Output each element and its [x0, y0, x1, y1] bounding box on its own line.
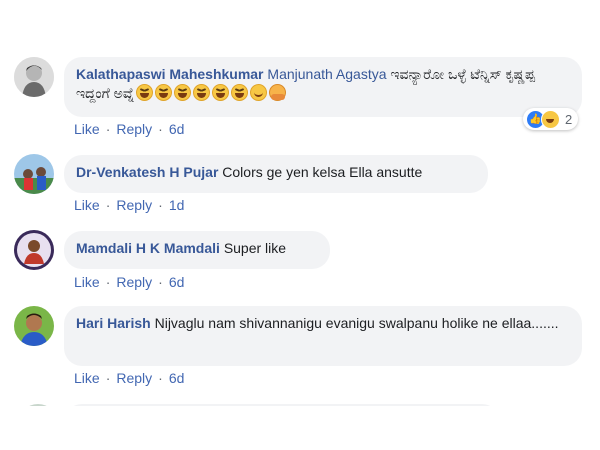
timestamp[interactable]: 6d	[169, 370, 185, 386]
timestamp[interactable]: 1d	[169, 197, 185, 213]
laughing-tears-icon	[212, 84, 230, 101]
avatar[interactable]	[14, 306, 54, 346]
separator: ·	[158, 370, 163, 386]
comment-bubble: Hari Harish Nijvaglu nam shivannanigu ev…	[64, 306, 582, 366]
laughing-tears-icon	[136, 84, 154, 101]
reply-link[interactable]: Reply	[116, 197, 152, 213]
hugging-face-icon	[269, 84, 287, 101]
like-link[interactable]: Like	[74, 274, 100, 290]
separator: ·	[158, 121, 163, 137]
timestamp[interactable]: 6d	[169, 274, 185, 290]
comment-author[interactable]: Dr-Venkatesh H Pujar	[76, 164, 218, 180]
laughing-tears-icon	[231, 84, 249, 101]
comment-author[interactable]: Hari Harish	[76, 315, 151, 331]
reaction-summary[interactable]: 👍 2	[523, 108, 579, 130]
comment-actions: Like · Reply · 6d	[74, 370, 184, 386]
separator: ·	[105, 370, 111, 386]
separator: ·	[158, 274, 163, 290]
reaction-count: 2	[565, 111, 573, 127]
comment-author[interactable]: Kalathapaswi Maheshkumar	[76, 66, 264, 82]
reply-link[interactable]: Reply	[116, 274, 152, 290]
smiling-face-icon	[250, 84, 268, 101]
page-background	[0, 406, 600, 450]
mention-link[interactable]: Manjunath Agastya	[267, 66, 386, 82]
laughing-tears-icon	[155, 84, 173, 101]
separator: ·	[158, 197, 163, 213]
comment-text: Colors ge yen kelsa Ella ansutte	[222, 164, 423, 180]
haha-reaction-icon	[541, 109, 560, 129]
comment-actions: Like · Reply · 6d	[74, 274, 184, 290]
comment-bubble: Kalathapaswi Maheshkumar Manjunath Agast…	[64, 57, 582, 117]
separator: ·	[105, 121, 111, 137]
comment-author[interactable]: Mamdali H K Mamdali	[76, 240, 220, 256]
comment-text: Super like	[223, 240, 287, 256]
separator: ·	[105, 197, 111, 213]
like-link[interactable]: Like	[74, 197, 100, 213]
comment-actions: Like · Reply · 1d	[74, 197, 184, 213]
laughing-tears-icon	[193, 84, 211, 101]
comment-actions: Like · Reply · 6d	[74, 121, 184, 137]
timestamp[interactable]: 6d	[169, 121, 185, 137]
like-link[interactable]: Like	[74, 121, 100, 137]
laughing-tears-icon	[174, 84, 192, 101]
comment-bubble: Mamdali H K Mamdali Super like	[64, 231, 330, 269]
comment-text: Nijvaglu nam shivannanigu evanigu swalpa…	[154, 315, 559, 331]
avatar[interactable]	[14, 57, 54, 97]
avatar[interactable]	[14, 154, 54, 194]
reply-link[interactable]: Reply	[116, 370, 152, 386]
separator: ·	[105, 274, 111, 290]
reply-link[interactable]: Reply	[116, 121, 152, 137]
like-link[interactable]: Like	[74, 370, 100, 386]
avatar[interactable]	[14, 230, 54, 270]
comment-bubble: Dr-Venkatesh H Pujar Colors ge yen kelsa…	[64, 155, 488, 193]
